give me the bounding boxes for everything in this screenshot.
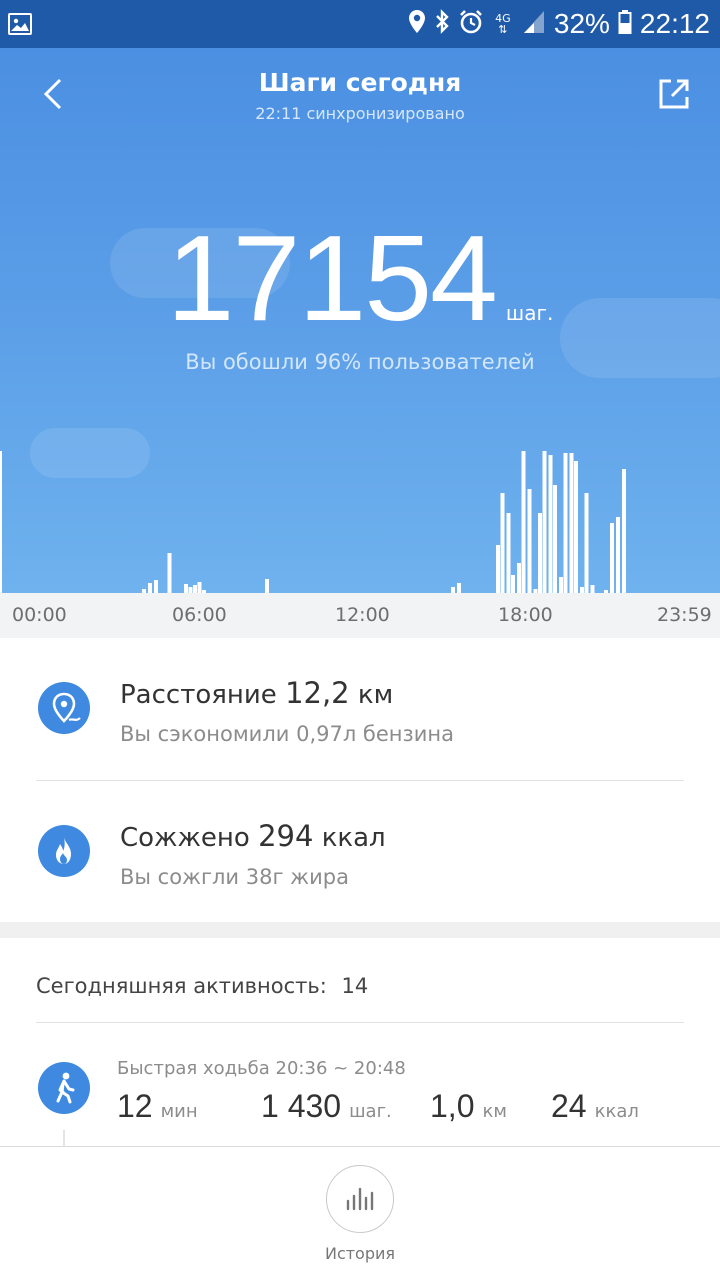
- distance-line: Расстояние 12,2 км: [120, 676, 393, 710]
- walking-icon: [38, 1062, 90, 1114]
- chart-bar: [542, 451, 547, 593]
- chart-bar: [167, 553, 172, 593]
- location-icon: [408, 9, 426, 39]
- chart-bar: [148, 583, 152, 593]
- divider: [36, 1022, 684, 1023]
- steps-value: 1 430: [261, 1088, 342, 1124]
- activity-steps: 1 430 шаг.: [261, 1088, 392, 1125]
- chart-bar: [569, 453, 574, 593]
- chart-bar: [521, 451, 526, 593]
- steps-value: 17154: [166, 210, 498, 346]
- distance-value: 1,0: [430, 1088, 475, 1124]
- distance-subtext: Вы сэкономили 0,97л бензина: [120, 722, 454, 746]
- distance-unit: км: [357, 680, 394, 710]
- calories-row[interactable]: Сожжено 294 ккал Вы сожгли 38г жира: [0, 781, 720, 923]
- signal-icon: [522, 9, 546, 39]
- chart-bar: [538, 513, 542, 593]
- distance-row[interactable]: Расстояние 12,2 км Вы сэкономили 0,97л б…: [0, 638, 720, 780]
- calories-subtext: Вы сожгли 38г жира: [120, 865, 349, 889]
- bluetooth-icon: [434, 9, 450, 39]
- network-type-icon: 4G ⇅: [492, 13, 514, 35]
- share-icon: [659, 79, 689, 109]
- axis-tick-label: 12:00: [335, 604, 390, 626]
- sync-status: 22:11 синхронизировано: [255, 104, 465, 123]
- hourly-steps-chart: [0, 451, 626, 593]
- distance-unit: км: [482, 1101, 507, 1122]
- calories-unit: ккал: [321, 823, 386, 853]
- history-label: История: [324, 1244, 396, 1263]
- activity-item-label: Быстрая ходьба 20:36 ~ 20:48: [117, 1058, 406, 1079]
- battery-icon: [618, 9, 632, 39]
- clock: 22:12: [639, 8, 710, 39]
- steps-unit: шаг.: [349, 1101, 392, 1122]
- chart-bar: [506, 513, 511, 593]
- steps-hero: Шаги сегодня 22:11 синхронизировано 1715…: [0, 48, 720, 593]
- bottom-bar: История: [0, 1146, 720, 1280]
- kcal-unit: ккал: [594, 1101, 639, 1122]
- distance-label: Расстояние: [120, 680, 277, 710]
- distance-value: 12,2: [285, 676, 350, 710]
- chart-bar: [193, 585, 197, 593]
- chart-bar: [574, 461, 578, 593]
- timeline-connector: [63, 1130, 65, 1146]
- chart-bar: [616, 517, 620, 593]
- bar-chart-icon: [346, 1187, 373, 1210]
- data-arrows-icon: ⇅: [498, 23, 508, 36]
- chart-bar: [457, 583, 461, 593]
- share-button[interactable]: [656, 76, 692, 112]
- chart-bar: [197, 582, 202, 593]
- battery-percent: 32%: [553, 8, 610, 39]
- minutes-value: 12: [117, 1088, 153, 1124]
- chart-bar: [527, 489, 532, 593]
- activity-title: Сегодняшняя активность:: [36, 974, 327, 998]
- chart-bar: [553, 485, 557, 593]
- flame-icon: [38, 825, 90, 877]
- steps-unit: шаг.: [505, 301, 554, 325]
- status-bar: 4G ⇅ 32% 22:12: [0, 0, 720, 48]
- calories-value: 294: [258, 819, 314, 853]
- chart-start-marker: [0, 451, 2, 593]
- activity-count: 14: [341, 974, 369, 998]
- distance-pin-icon: [38, 682, 90, 734]
- chart-time-axis: 00:00 06:00 12:00 18:00 23:59: [0, 593, 720, 638]
- chart-bar: [184, 584, 188, 593]
- chart-bar: [496, 545, 500, 593]
- kcal-value: 24: [551, 1088, 587, 1124]
- gallery-notification-icon: [8, 13, 32, 35]
- calories-label: Сожжено: [120, 823, 250, 853]
- section-gap: [0, 922, 720, 938]
- percentile-text: Вы обошли 96% пользователей: [185, 350, 535, 374]
- calories-line: Сожжено 294 ккал: [120, 819, 386, 853]
- chart-bar: [500, 493, 505, 593]
- activity-distance: 1,0 км: [430, 1088, 507, 1125]
- minutes-unit: мин: [160, 1101, 198, 1122]
- activity-kcal: 24 ккал: [551, 1088, 639, 1125]
- activity-minutes: 12 мин: [117, 1088, 198, 1125]
- chart-bar: [548, 455, 553, 593]
- chart-bar: [590, 585, 595, 593]
- axis-tick-label: 18:00: [498, 604, 553, 626]
- chart-bar: [559, 577, 563, 593]
- chart-bar: [610, 523, 614, 593]
- chart-bar: [154, 580, 158, 593]
- history-button[interactable]: [326, 1165, 394, 1233]
- status-icons: 4G ⇅ 32% 22:12: [408, 6, 710, 42]
- steps-count: 17154 шаг.: [0, 217, 720, 339]
- axis-tick-label: 06:00: [172, 604, 227, 626]
- axis-tick-label: 23:59: [657, 604, 712, 626]
- chart-bar: [622, 469, 626, 593]
- alarm-icon: [458, 9, 484, 39]
- chart-bar: [584, 493, 589, 593]
- axis-tick-label: 00:00: [12, 604, 67, 626]
- chart-bar: [511, 575, 515, 593]
- page-title: Шаги сегодня: [258, 68, 462, 97]
- chart-bar: [563, 453, 568, 593]
- activity-header: Сегодняшняя активность: 14: [36, 974, 368, 998]
- chart-bar: [517, 563, 521, 593]
- chart-bar: [265, 579, 269, 593]
